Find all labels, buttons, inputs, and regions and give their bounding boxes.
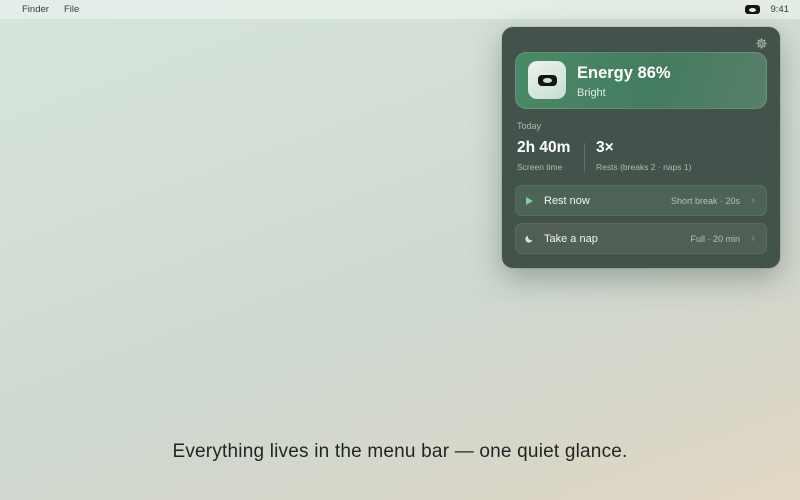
stat-screen-time: 2h 40m Screen time [517,139,570,172]
rest-now-label: Rest now [544,194,590,207]
stat-divider [584,143,585,173]
take-nap-button[interactable]: Take a nap Full · 20 min › [515,223,767,254]
energy-state: Bright [577,87,606,99]
menu-bar-popover: Energy 86% Bright Today 2h 40m Screen ti… [502,27,780,268]
app-icon [528,61,566,99]
energy-card: Energy 86% Bright [515,52,767,109]
menu-item-file[interactable]: File [64,4,79,15]
stat-rests: 3× Rests (breaks 2 · naps 1) [596,139,691,172]
moon-icon [516,234,542,244]
stat-value: 3× [596,139,614,156]
tagline: Everything lives in the menu bar — one q… [172,441,628,462]
menu-bar: Finder File 9:41 [0,0,800,19]
stat-caption: Rests (breaks 2 · naps 1) [596,162,692,172]
rest-now-meta: Short break · 20s [670,195,740,206]
energy-title: Energy 86% [577,64,671,82]
stat-value: 2h 40m [517,139,571,156]
menu-item-finder[interactable]: Finder [22,4,49,15]
eye-icon [537,74,557,86]
today-label: Today [517,121,542,131]
stat-caption: Screen time [517,162,563,172]
menu-bar-right: 9:41 [744,4,800,15]
menu-clock: 9:41 [770,4,790,15]
eye-icon[interactable] [744,5,760,14]
menu-bar-left: Finder File [0,4,79,15]
take-nap-label: Take a nap [544,232,598,245]
chevron-right-icon: › [751,233,755,244]
rest-now-button[interactable]: Rest now Short break · 20s › [515,185,767,216]
chevron-right-icon: › [751,195,755,206]
play-icon [516,196,542,205]
gear-icon[interactable] [755,37,768,50]
take-nap-meta: Full · 20 min [690,233,740,244]
